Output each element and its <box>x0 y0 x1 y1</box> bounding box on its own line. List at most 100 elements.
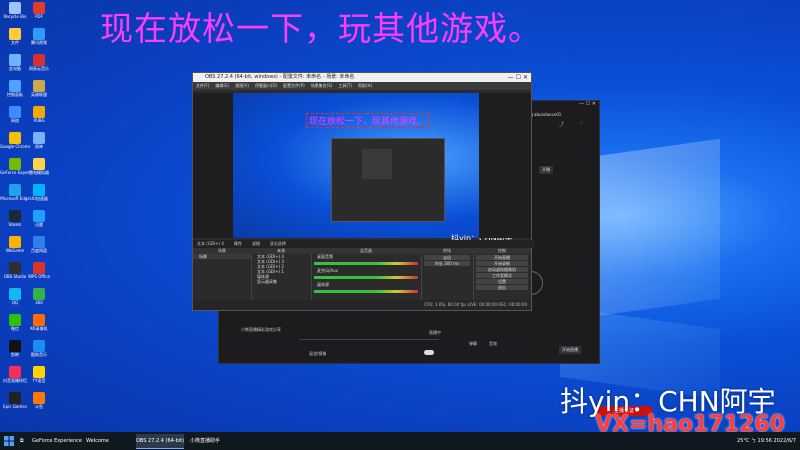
desktop-icon-label: 酷狗音乐 <box>31 352 47 357</box>
obs-menu-item[interactable]: 视图(V) <box>235 83 249 88</box>
share-icon[interactable]: ⤴ <box>559 121 564 128</box>
obs-menu-item[interactable]: 工具(T) <box>338 83 352 88</box>
desktop-icon-r-8[interactable]: 迅雷 <box>24 210 54 234</box>
desktop-icon-label: 雷电模拟器 <box>29 170 49 175</box>
obs-control-button[interactable]: 启动虚拟摄像机 <box>476 267 528 272</box>
desktop-icon-label: PDF <box>35 14 43 19</box>
obs-menu-item[interactable]: 文件(F) <box>196 83 209 88</box>
taskbar-item-bear-live[interactable]: 小熊直播助手 <box>190 434 240 448</box>
live-status: 直播中 <box>429 330 441 335</box>
desktop-icon-label: 网易云音乐 <box>29 66 49 71</box>
preview-headline[interactable]: 现在放松一下，玩其他游戏。 <box>306 113 430 128</box>
volume-meter[interactable] <box>314 276 418 279</box>
mixing-toggle[interactable] <box>424 350 434 355</box>
desktop-icon-r-0[interactable]: PDF <box>24 2 54 26</box>
desktop-icon-r-9[interactable]: 百度网盘 <box>24 236 54 260</box>
app-icon <box>33 184 45 196</box>
obs-menu-item[interactable]: 编辑(E) <box>215 83 229 88</box>
app-icon <box>33 262 45 274</box>
obs-control-button[interactable]: 开始录制 <box>476 261 528 266</box>
desktop-icon-label: YY语音 <box>32 378 46 383</box>
go-live-button[interactable]: 开播 <box>539 166 553 174</box>
obs-control-button[interactable]: 开始直播 <box>476 255 528 260</box>
app-icon <box>9 54 21 66</box>
obs-titlebar[interactable]: OBS 27.2.4 (64-bit, windows) - 配置文件: 未命名… <box>193 73 531 82</box>
app-icon <box>9 392 21 404</box>
obs-menu-item[interactable]: 配置文件(P) <box>283 83 305 88</box>
overlay-headline: 现在放松一下，玩其他游戏。 <box>100 9 542 48</box>
volume-meter[interactable] <box>314 262 418 265</box>
transitions-dock-header: 转场 <box>421 248 473 254</box>
transition-duration[interactable]: 时长 300 ms <box>424 261 470 266</box>
volume-meter[interactable] <box>314 290 418 293</box>
desktop-icon-label: 腾讯视频 <box>31 40 47 45</box>
scene-item[interactable]: 场景 <box>193 254 251 259</box>
obs-menu-item[interactable]: 停靠窗口(D) <box>255 83 277 88</box>
app-icon <box>9 210 21 222</box>
heart-icon[interactable]: ♡ <box>579 121 583 127</box>
desktop-icon-r-14[interactable]: YY语音 <box>24 366 54 390</box>
mixing-toggle-label: 混流/镜像 <box>309 351 327 356</box>
transition-type[interactable]: 淡出 <box>424 255 470 260</box>
app-icon <box>9 80 21 92</box>
mixer-channel-label: 桌面音频 <box>317 254 333 259</box>
danmu-label: 弹幕 <box>469 341 477 346</box>
mixer-channel-label: 媒体源 <box>317 282 329 287</box>
app-icon <box>9 158 21 170</box>
desktop-icon-r-6[interactable]: 雷电模拟器 <box>24 158 54 182</box>
source-item[interactable]: 显示器采集 <box>251 279 311 284</box>
app-icon <box>33 80 45 92</box>
desktop-icon-r-2[interactable]: 网易云音乐 <box>24 54 54 78</box>
start-live-button[interactable]: 开始直播 <box>559 346 581 354</box>
desktop-icon-r-3[interactable]: 英雄联盟 <box>24 80 54 104</box>
obs-toolbar-item[interactable]: 双击选择 <box>270 241 286 246</box>
obs-menu-item[interactable]: 场景集合(S) <box>311 83 333 88</box>
obs-control-button[interactable]: 退出 <box>476 285 528 290</box>
app-icon <box>33 392 45 404</box>
obs-control-button[interactable]: 设置 <box>476 279 528 284</box>
desktop-icon-r-4[interactable]: PUBG <box>24 106 54 130</box>
desktop-icon-r-11[interactable]: 360 <box>24 288 54 312</box>
desktop-icon-r-12[interactable]: KK录像机 <box>24 314 54 338</box>
windows-start-icon[interactable] <box>4 436 14 446</box>
obs-menubar[interactable]: 文件(F) 编辑(E) 视图(V) 停靠窗口(D) 配置文件(P) 场景集合(S) 工具(T… <box>193 82 531 90</box>
obs-menu-item[interactable]: 帮助(H) <box>358 83 372 88</box>
desktop-icon-r-1[interactable]: 腾讯视频 <box>24 28 54 52</box>
app-icon <box>33 158 45 170</box>
desktop-icon-r-13[interactable]: 酷狗音乐 <box>24 340 54 364</box>
app-icon <box>9 2 21 14</box>
obs-control-button[interactable]: 工作室模式 <box>476 273 528 278</box>
preview-left-strip <box>193 93 233 238</box>
obs-source-toolbar[interactable]: 文本 (GDI+) 4 属性 滤镜 双击选择 <box>193 240 535 248</box>
obs-window[interactable]: OBS 27.2.4 (64-bit, windows) - 配置文件: 未命名… <box>192 72 535 311</box>
system-tray[interactable]: 25°C ㄅ 19:56 2022/6/7 <box>737 434 796 448</box>
app-icon <box>33 2 45 14</box>
app-icon <box>9 366 21 378</box>
obs-toolbar-item[interactable]: 属性 <box>234 241 242 246</box>
app-icon <box>9 340 21 352</box>
preview-canvas[interactable]: 现在放松一下，玩其他游戏。 抖yin：CHN阿宇 <box>233 93 513 243</box>
obs-toolbar-item[interactable]: 滤镜 <box>252 241 260 246</box>
desktop-icon-r-15[interactable]: 斗鱼 <box>24 392 54 416</box>
divider <box>299 339 439 340</box>
taskbar-item-geforce[interactable]: GeForce Experience <box>32 434 82 448</box>
obs-toolbar-item[interactable]: 文本 (GDI+) 4 <box>197 241 224 246</box>
task-view-icon[interactable]: ⧉ <box>20 434 24 448</box>
app-icon <box>33 54 45 66</box>
sfx-label: 音效 <box>489 341 497 346</box>
taskbar: ⧉ GeForce Experience Welcome OBS 27.2.4 … <box>0 432 800 450</box>
app-icon <box>33 288 45 300</box>
nested-obs-preview <box>331 138 445 222</box>
app-icon <box>9 132 21 144</box>
obs-window-controls[interactable]: — ☐ ✕ <box>508 73 528 82</box>
app-icon <box>9 106 21 118</box>
taskbar-item-obs[interactable]: OBS 27.2.4 (64-bit) ... <box>136 434 184 449</box>
desktop-icon-r-5[interactable]: 原神 <box>24 132 54 156</box>
controls-dock-header: 控制 <box>473 248 531 254</box>
desktop-icon-r-7[interactable]: UU加速器 <box>24 184 54 208</box>
window-controls[interactable]: — ☐ ✕ <box>526 101 599 109</box>
taskbar-item-welcome[interactable]: Welcome <box>86 434 131 448</box>
app-icon <box>9 262 21 274</box>
desktop-icon-r-10[interactable]: WPS Office <box>24 262 54 286</box>
stream-title: 小熊直播精彩游戏分享 <box>241 327 281 332</box>
